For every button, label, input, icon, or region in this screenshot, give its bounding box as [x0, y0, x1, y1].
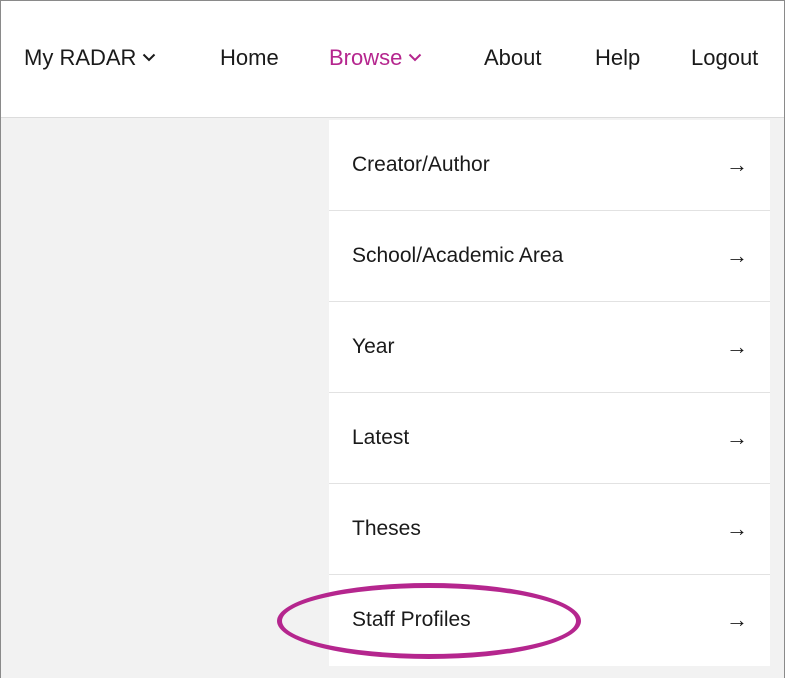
browse-menu-item-year[interactable]: Year → [329, 302, 770, 393]
nav-help[interactable]: Help [595, 39, 640, 77]
chevron-down-icon [143, 53, 156, 62]
nav-my-radar[interactable]: My RADAR [24, 39, 156, 77]
nav-logout[interactable]: Logout [691, 39, 758, 77]
browse-menu-item-creator-author[interactable]: Creator/Author → [329, 120, 770, 211]
browse-menu-item-school-academic-area[interactable]: School/Academic Area → [329, 211, 770, 302]
menu-item-label: Creator/Author [352, 153, 490, 176]
browse-menu-item-staff-profiles[interactable]: Staff Profiles → [329, 575, 770, 666]
browse-menu-item-theses[interactable]: Theses → [329, 484, 770, 575]
nav-home[interactable]: Home [220, 39, 279, 77]
browser-frame: My RADAR Home Browse About Help Logout C… [0, 0, 785, 678]
arrow-right-icon: → [726, 607, 748, 632]
nav-home-label: Home [220, 45, 279, 70]
nav-about[interactable]: About [484, 39, 542, 77]
nav-about-label: About [484, 45, 542, 70]
top-navigation-bar: My RADAR Home Browse About Help Logout [1, 1, 784, 118]
nav-help-label: Help [595, 45, 641, 70]
menu-item-label: Theses [352, 517, 421, 540]
arrow-right-icon: → [726, 152, 748, 177]
menu-item-label: Staff Profiles [352, 608, 471, 631]
browse-menu-item-latest[interactable]: Latest → [329, 393, 770, 484]
chevron-down-icon [409, 53, 422, 62]
menu-item-label: School/Academic Area [352, 244, 564, 267]
arrow-right-icon: → [726, 425, 748, 450]
menu-item-label: Latest [352, 426, 410, 449]
arrow-right-icon: → [726, 516, 748, 541]
browse-dropdown-menu: Creator/Author → School/Academic Area → … [329, 120, 770, 666]
arrow-right-icon: → [726, 334, 748, 359]
nav-browse[interactable]: Browse [329, 39, 422, 77]
menu-item-label: Year [352, 335, 395, 358]
nav-browse-label: Browse [329, 45, 403, 70]
arrow-right-icon: → [726, 243, 748, 268]
nav-my-radar-label: My RADAR [24, 45, 137, 70]
nav-logout-label: Logout [691, 45, 759, 70]
